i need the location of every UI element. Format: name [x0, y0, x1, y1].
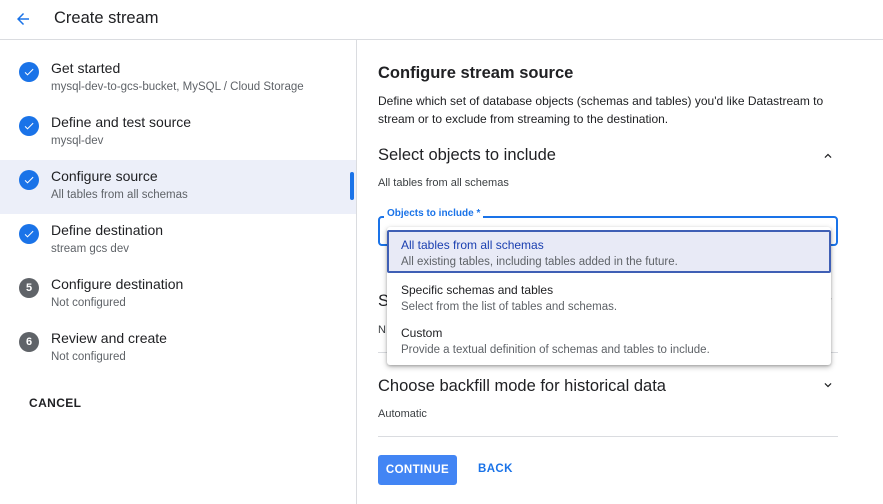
- check-circle-icon: [19, 62, 39, 82]
- check-circle-icon: [19, 116, 39, 136]
- back-arrow-icon[interactable]: [10, 6, 36, 32]
- step-subtitle: mysql-dev: [51, 135, 104, 147]
- section-description: Define which set of database objects (sc…: [378, 94, 824, 126]
- menu-option-specific-schemas[interactable]: Specific schemas and tables Select from …: [387, 275, 831, 318]
- divider: [378, 436, 838, 437]
- check-circle-icon: [19, 224, 39, 244]
- chevron-down-icon[interactable]: [819, 376, 837, 394]
- step-define-source[interactable]: Define and test source mysql-dev: [0, 106, 356, 160]
- option-title: Specific schemas and tables: [401, 283, 554, 297]
- top-bar: Create stream: [0, 0, 883, 40]
- step-subtitle: Not configured: [51, 351, 126, 363]
- exclude-section-summary: N: [378, 324, 386, 336]
- step-subtitle: mysql-dev-to-gcs-bucket, MySQL / Cloud S…: [51, 81, 304, 93]
- menu-option-all-tables[interactable]: All tables from all schemas All existing…: [387, 230, 831, 273]
- option-subtitle: Select from the list of tables and schem…: [401, 301, 618, 313]
- page-title: Create stream: [54, 9, 159, 27]
- step-title: Configure source: [51, 168, 158, 184]
- step-number-badge: 5: [19, 278, 39, 298]
- stepper-sidebar: Get started mysql-dev-to-gcs-bucket, MyS…: [0, 40, 357, 504]
- option-subtitle: All existing tables, including tables ad…: [401, 256, 678, 268]
- check-circle-icon: [19, 170, 39, 190]
- continue-button[interactable]: CONTINUE: [378, 455, 457, 485]
- section-title: Configure stream source: [378, 64, 574, 82]
- backfill-section-summary: Automatic: [378, 408, 427, 420]
- option-subtitle: Provide a textual definition of schemas …: [401, 344, 710, 356]
- step-number-badge: 6: [19, 332, 39, 352]
- include-section-title[interactable]: Select objects to include: [378, 146, 556, 165]
- option-title: All tables from all schemas: [401, 238, 544, 252]
- step-subtitle: stream gcs dev: [51, 243, 129, 255]
- step-subtitle: Not configured: [51, 297, 126, 309]
- backfill-section-title[interactable]: Choose backfill mode for historical data: [378, 377, 666, 396]
- objects-to-include-label: Objects to include *: [384, 208, 484, 219]
- step-review-create[interactable]: 6 Review and create Not configured: [0, 322, 356, 376]
- cancel-button[interactable]: CANCEL: [29, 396, 81, 410]
- option-title: Custom: [401, 326, 443, 340]
- step-title: Get started: [51, 60, 121, 76]
- objects-dropdown-menu: All tables from all schemas All existing…: [387, 227, 831, 365]
- step-get-started[interactable]: Get started mysql-dev-to-gcs-bucket, MyS…: [0, 52, 356, 106]
- active-step-indicator: [350, 172, 354, 200]
- step-subtitle: All tables from all schemas: [51, 189, 188, 201]
- chevron-up-icon[interactable]: [819, 147, 837, 165]
- step-define-destination[interactable]: Define destination stream gcs dev: [0, 214, 356, 268]
- step-title: Define destination: [51, 222, 164, 238]
- step-title: Define and test source: [51, 114, 192, 130]
- include-section-summary: All tables from all schemas: [378, 177, 509, 189]
- back-button[interactable]: BACK: [478, 463, 513, 475]
- step-title: Configure destination: [51, 276, 184, 292]
- step-title: Review and create: [51, 330, 167, 346]
- menu-option-custom[interactable]: Custom Provide a textual definition of s…: [387, 318, 831, 361]
- step-configure-destination[interactable]: 5 Configure destination Not configured: [0, 268, 356, 322]
- step-configure-source[interactable]: Configure source All tables from all sch…: [0, 160, 356, 214]
